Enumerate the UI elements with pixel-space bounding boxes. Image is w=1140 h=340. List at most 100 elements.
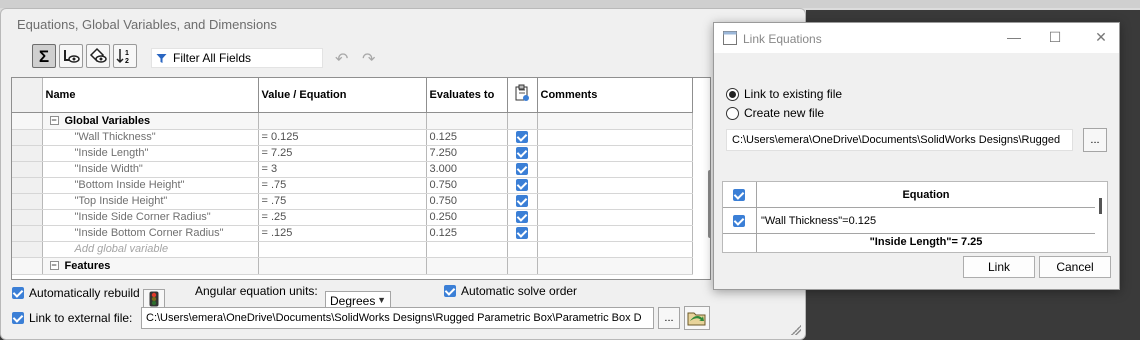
comment-cell[interactable] (537, 145, 693, 162)
variable-name[interactable]: "Inside Width" (42, 161, 259, 178)
variable-value[interactable]: = .125 (258, 225, 427, 242)
comment-cell[interactable] (537, 177, 693, 194)
table-scrollbar[interactable] (1099, 198, 1102, 214)
table-row[interactable]: "Wall Thickness" = 0.125 0.125 (12, 129, 693, 146)
variable-name[interactable]: "Top Inside Height" (42, 193, 259, 210)
table-row[interactable]: "Bottom Inside Height" = .75 0.750 (12, 177, 693, 194)
variable-name[interactable]: "Bottom Inside Height" (42, 177, 259, 194)
variable-name[interactable]: "Inside Side Corner Radius" (42, 209, 259, 226)
svg-text:1: 1 (125, 50, 129, 57)
column-header-active[interactable] (507, 78, 538, 113)
variable-value[interactable]: = 7.25 (258, 145, 427, 162)
link-file-path[interactable]: C:\Users\emera\OneDrive\Documents\SolidW… (726, 129, 1073, 151)
variable-value[interactable]: = 0.125 (258, 129, 427, 146)
column-header-value[interactable]: Value / Equation (258, 78, 427, 113)
link-existing-label: Link to existing file (744, 87, 843, 101)
create-new-option[interactable]: Create new file (726, 106, 824, 120)
equation-checkbox[interactable] (733, 215, 745, 227)
filter-field[interactable]: Filter All Fields (151, 48, 323, 68)
section-row-features[interactable]: − Features (12, 257, 693, 275)
create-new-label: Create new file (744, 106, 825, 120)
variable-evaluates: 3.000 (426, 161, 508, 178)
table-row[interactable]: "Inside Length" = 7.25 7.250 (12, 145, 693, 162)
variable-value[interactable]: = .75 (258, 177, 427, 194)
column-header-evaluates[interactable]: Evaluates to (426, 78, 508, 113)
link-external-checkbox[interactable] (12, 312, 24, 324)
collapse-icon[interactable]: − (49, 116, 59, 126)
table-row[interactable]: "Inside Length"= 7.25 (723, 234, 1095, 252)
table-scrollbar[interactable] (708, 170, 710, 238)
open-file-button[interactable] (684, 306, 710, 330)
close-icon[interactable]: ✕ (1091, 29, 1111, 47)
open-folder-icon (687, 312, 706, 326)
angular-units-label: Angular equation units: (195, 284, 318, 298)
row-header-stub (12, 78, 43, 113)
table-header-row: Equation (723, 182, 1095, 208)
table-row[interactable]: "Wall Thickness"=0.125 (723, 208, 1095, 234)
variable-name[interactable]: "Inside Bottom Corner Radius" (42, 225, 259, 242)
active-checkbox[interactable] (516, 195, 528, 208)
dimension-view-button[interactable] (86, 44, 110, 68)
dimension-view-icon (89, 47, 107, 63)
comment-cell[interactable] (537, 209, 693, 226)
browse-button[interactable]: ... (658, 307, 680, 329)
table-row[interactable]: "Inside Side Corner Radius" = .25 0.250 (12, 209, 693, 226)
variable-value[interactable]: = 3 (258, 161, 427, 178)
variable-name[interactable]: "Wall Thickness" (42, 129, 259, 146)
column-header-name[interactable]: Name (42, 78, 259, 113)
active-checkbox[interactable] (516, 227, 528, 240)
minimize-icon[interactable]: — (1004, 29, 1024, 47)
rebuild-button[interactable] (143, 289, 165, 309)
active-checkbox[interactable] (516, 131, 528, 144)
cancel-button[interactable]: Cancel (1039, 256, 1111, 278)
collapse-icon[interactable]: − (49, 261, 59, 271)
comment-cell[interactable] (537, 225, 693, 242)
comment-cell[interactable] (537, 161, 693, 178)
equation-view-button[interactable]: Σ (32, 44, 56, 68)
table-row[interactable]: "Inside Bottom Corner Radius" = .125 0.1… (12, 225, 693, 242)
variable-evaluates: 0.750 (426, 177, 508, 194)
variable-evaluates: 0.750 (426, 193, 508, 210)
link-existing-option[interactable]: Link to existing file (726, 87, 842, 101)
create-new-radio[interactable] (726, 106, 739, 120)
maximize-icon[interactable]: ☐ (1045, 29, 1065, 47)
active-checkbox[interactable] (516, 147, 528, 160)
ordered-view-button[interactable]: 1 2 (113, 44, 137, 68)
comment-cell[interactable] (537, 193, 693, 210)
variable-value[interactable]: = .25 (258, 209, 427, 226)
active-checkbox[interactable] (516, 211, 528, 224)
link-browse-button[interactable]: ... (1083, 128, 1107, 152)
link-external-option[interactable]: Link to external file: (12, 311, 132, 325)
variable-value[interactable]: = .75 (258, 193, 427, 210)
active-checkbox[interactable] (516, 179, 528, 192)
add-variable-placeholder[interactable]: Add global variable (42, 241, 259, 258)
redo-icon[interactable]: ↷ (362, 49, 375, 69)
add-variable-row[interactable]: Add global variable (12, 241, 693, 258)
link-button[interactable]: Link (963, 256, 1035, 278)
link-existing-radio[interactable] (726, 87, 739, 101)
section-row-global[interactable]: − Global Variables (12, 112, 693, 130)
auto-rebuild-checkbox[interactable] (12, 287, 24, 299)
select-all-checkbox[interactable] (733, 189, 745, 201)
comment-cell[interactable] (537, 129, 693, 146)
equations-dialog: Equations, Global Variables, and Dimensi… (0, 8, 806, 340)
table-row[interactable]: "Top Inside Height" = .75 0.750 (12, 193, 693, 210)
sketch-equation-view-icon (64, 50, 80, 63)
variable-name[interactable]: "Inside Length" (42, 145, 259, 162)
column-header-comments[interactable]: Comments (537, 78, 693, 113)
auto-solve-checkbox[interactable] (444, 285, 456, 297)
table-row[interactable]: "Inside Width" = 3 3.000 (12, 161, 693, 178)
variable-evaluates: 0.250 (426, 209, 508, 226)
variable-evaluates: 0.125 (426, 225, 508, 242)
resize-grip[interactable] (791, 325, 801, 335)
auto-solve-option[interactable]: Automatic solve order (444, 284, 577, 298)
sketch-equation-view-button[interactable] (59, 44, 83, 68)
equation-view-icon: Σ (38, 46, 50, 66)
undo-icon[interactable]: ↶ (335, 49, 348, 69)
variable-evaluates: 0.125 (426, 129, 508, 146)
active-checkbox[interactable] (516, 163, 528, 176)
external-file-path[interactable]: C:\Users\emera\OneDrive\Documents\SolidW… (141, 307, 654, 329)
chevron-down-icon: ▼ (377, 295, 386, 305)
equation-text: "Inside Length"= 7.25 (869, 236, 983, 248)
auto-rebuild-option[interactable]: Automatically rebuild (12, 286, 140, 300)
